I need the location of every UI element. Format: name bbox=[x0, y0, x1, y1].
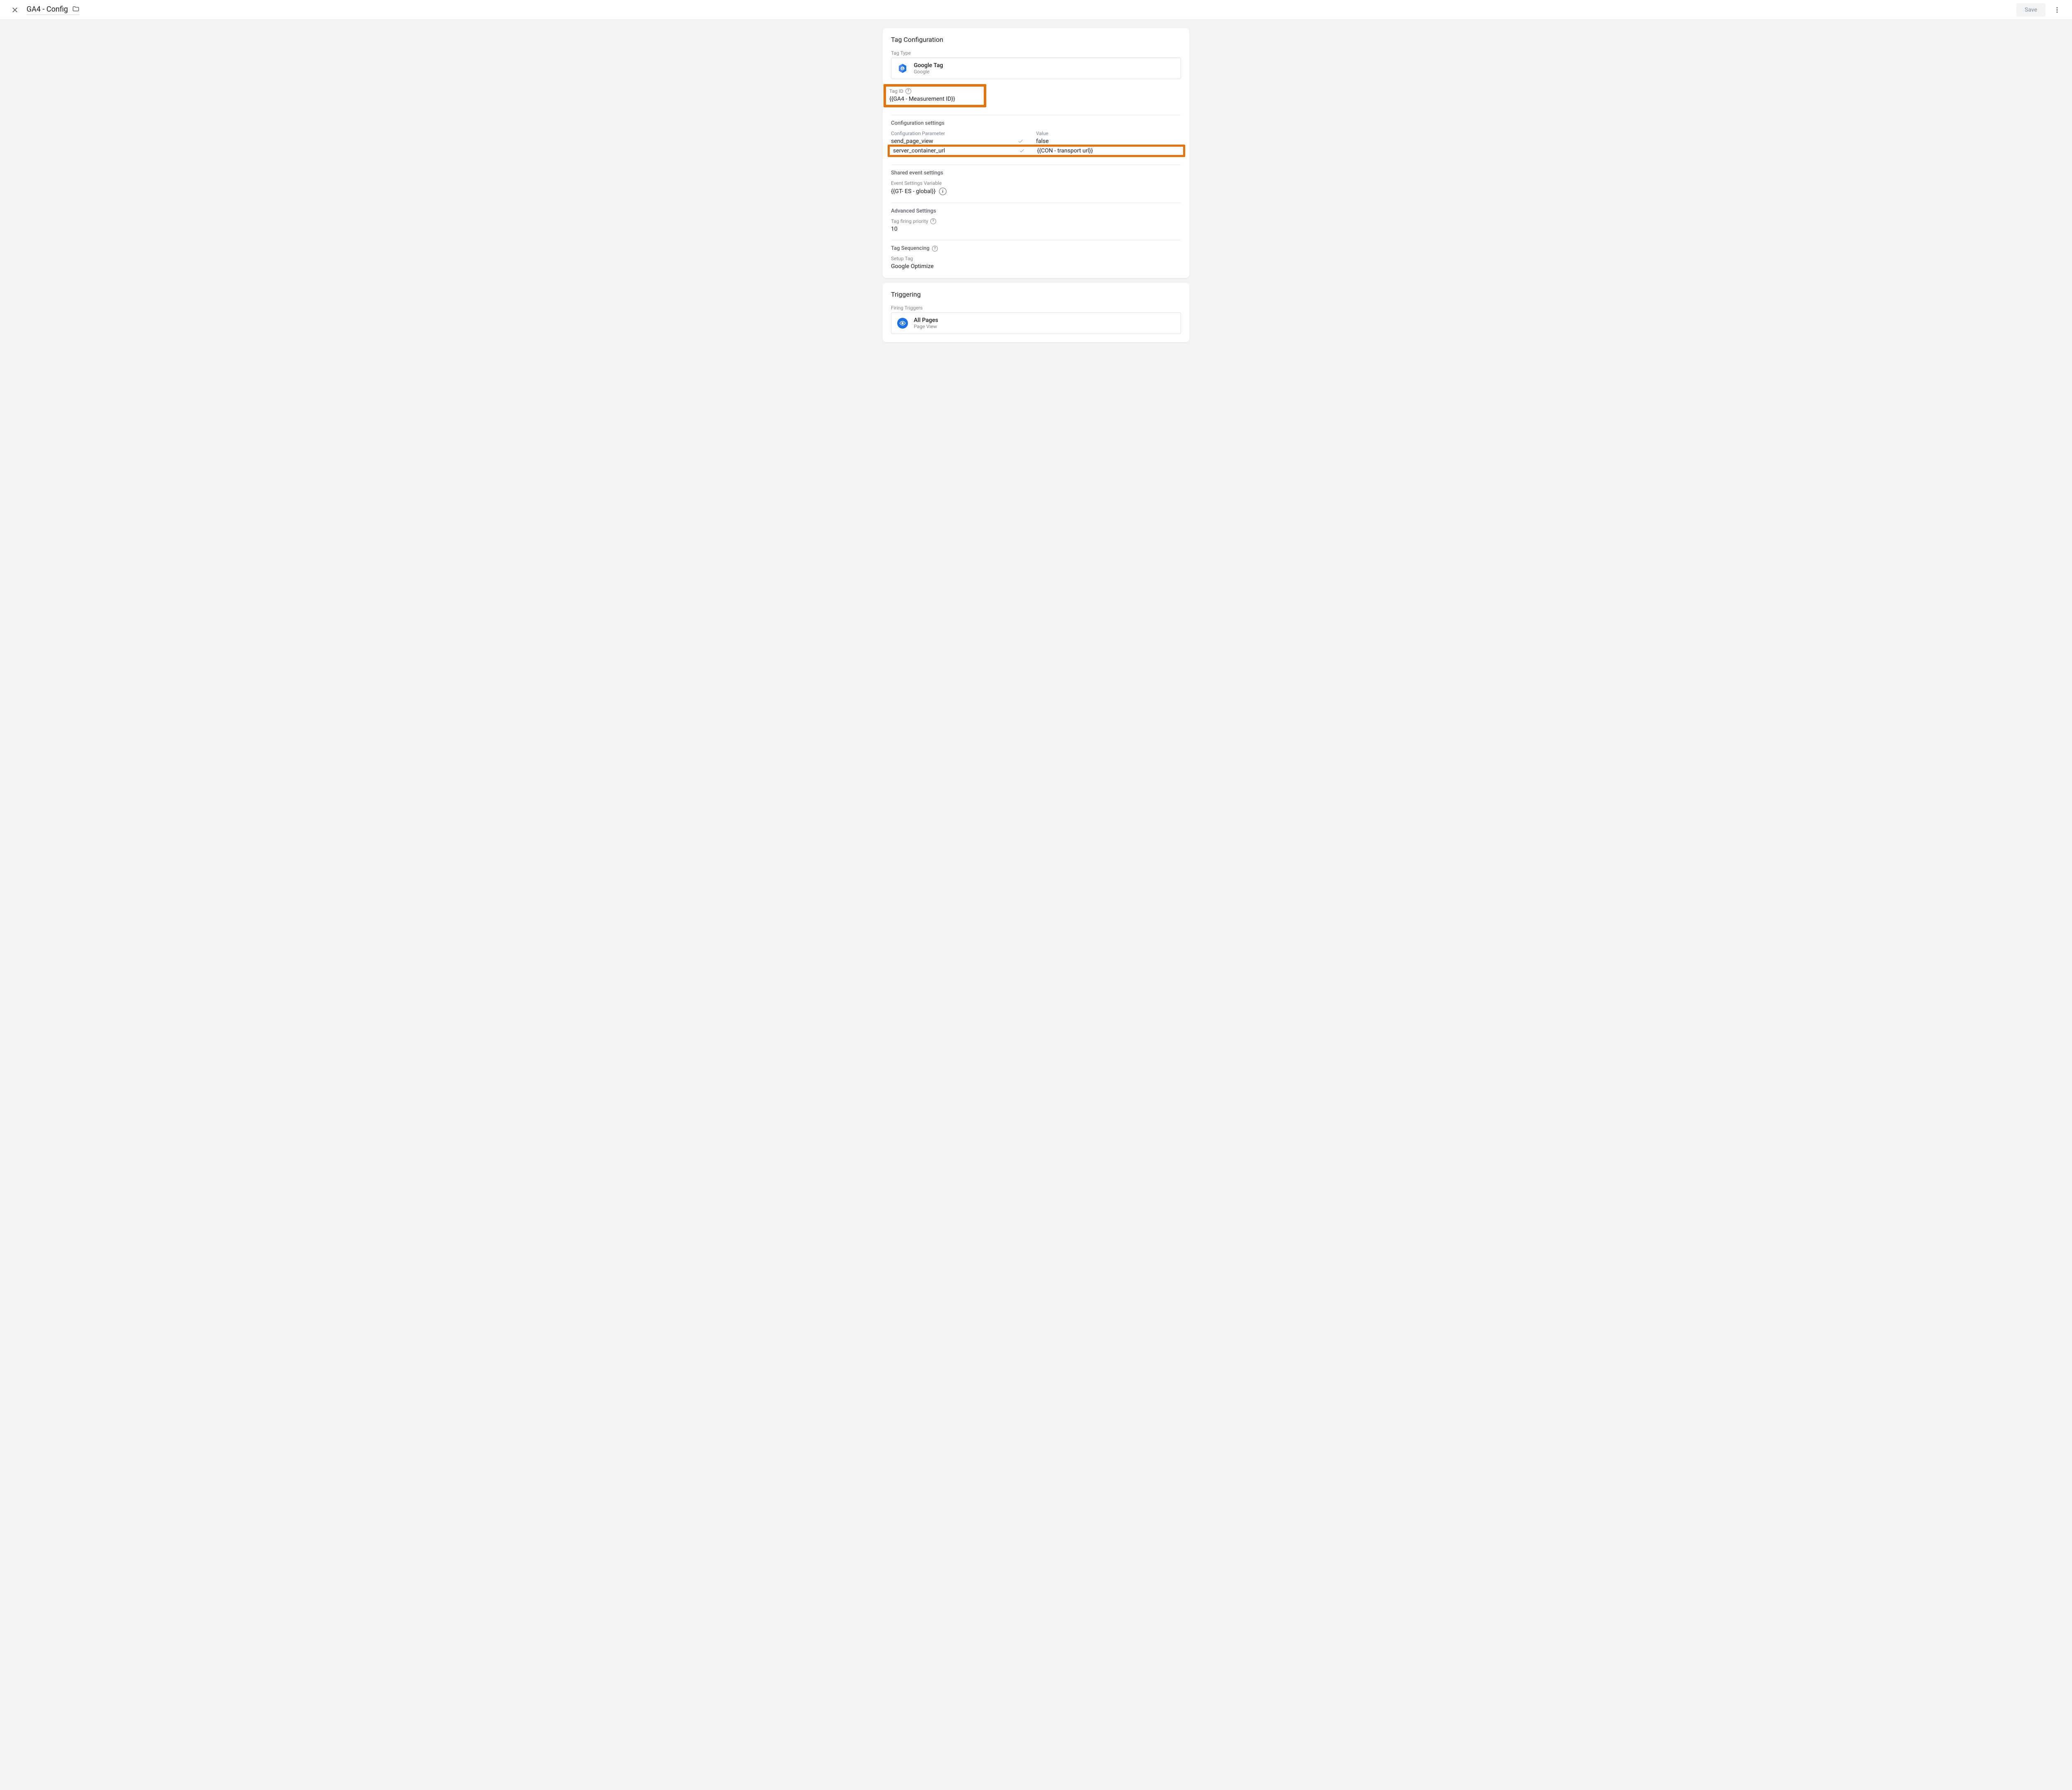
main-content: Tag Configuration Tag Type G Google Tag … bbox=[879, 28, 1193, 342]
help-icon[interactable]: ? bbox=[930, 218, 936, 224]
param-name: send_page_view bbox=[891, 138, 933, 145]
more-menu-button[interactable] bbox=[2049, 2, 2065, 18]
config-settings-title: Configuration settings bbox=[891, 120, 1181, 126]
page-view-icon bbox=[897, 318, 908, 329]
config-row-highlight: server_container_url {{CON - transport u… bbox=[888, 145, 1185, 157]
close-icon bbox=[11, 6, 19, 14]
triggering-card[interactable]: Triggering Firing Triggers All Pages Pag… bbox=[883, 283, 1189, 342]
header-actions: Save bbox=[2016, 2, 2065, 18]
shared-event-title: Shared event settings bbox=[891, 170, 1181, 176]
check-icon bbox=[1018, 138, 1024, 144]
trigger-row[interactable]: All Pages Page View bbox=[891, 312, 1181, 334]
close-button[interactable] bbox=[7, 2, 23, 18]
config-table-header: Configuration Parameter Value bbox=[891, 131, 1181, 136]
svg-text:G: G bbox=[902, 67, 904, 70]
event-settings-value-row: {{GT- ES - global}} i bbox=[891, 188, 1181, 195]
google-tag-icon: G bbox=[897, 63, 908, 74]
tag-type-label: Tag Type bbox=[891, 50, 1181, 56]
folder-icon[interactable] bbox=[72, 5, 80, 13]
advanced-settings-title: Advanced Settings bbox=[891, 208, 1181, 214]
param-value: false bbox=[1036, 138, 1181, 145]
tag-id-label: Tag ID ? bbox=[889, 88, 980, 94]
title-input-area[interactable]: GA4 - Config bbox=[27, 5, 80, 15]
tag-type-vendor: Google bbox=[914, 69, 943, 75]
app-header: GA4 - Config Save bbox=[0, 0, 2072, 20]
save-button[interactable]: Save bbox=[2016, 3, 2045, 17]
col-param-header: Configuration Parameter bbox=[891, 131, 1036, 136]
more-vertical-icon bbox=[2053, 6, 2061, 14]
event-settings-label: Event Settings Variable bbox=[891, 180, 1181, 186]
tag-type-name: Google Tag bbox=[914, 62, 943, 69]
tag-firing-priority-label: Tag firing priority ? bbox=[891, 218, 1181, 224]
tag-config-title: Tag Configuration bbox=[891, 36, 1181, 44]
info-icon[interactable]: i bbox=[939, 188, 946, 195]
param-value: {{CON - transport url}} bbox=[1037, 148, 1181, 154]
trigger-type: Page View bbox=[914, 324, 938, 329]
config-row: send_page_view false bbox=[891, 136, 1181, 145]
tag-id-value: {{GA4 - Measurement ID}} bbox=[889, 96, 980, 102]
tag-id-highlight: Tag ID ? {{GA4 - Measurement ID}} bbox=[884, 84, 986, 107]
page-title: GA4 - Config bbox=[27, 5, 68, 14]
firing-triggers-label: Firing Triggers bbox=[891, 305, 1181, 311]
tag-configuration-card[interactable]: Tag Configuration Tag Type G Google Tag … bbox=[883, 28, 1189, 278]
tag-sequencing-title: Tag Sequencing bbox=[891, 245, 929, 252]
config-table: Configuration Parameter Value send_page_… bbox=[891, 131, 1181, 157]
tag-type-selector[interactable]: G Google Tag Google bbox=[891, 58, 1181, 79]
divider bbox=[891, 164, 1181, 165]
tag-firing-priority-value: 10 bbox=[891, 226, 1181, 232]
setup-tag-label: Setup Tag bbox=[891, 256, 1181, 261]
event-settings-value: {{GT- ES - global}} bbox=[891, 188, 936, 195]
col-value-header: Value bbox=[1036, 131, 1181, 136]
triggering-title: Triggering bbox=[891, 290, 1181, 298]
param-name: server_container_url bbox=[893, 148, 945, 154]
trigger-name: All Pages bbox=[914, 317, 938, 324]
help-icon[interactable]: ? bbox=[932, 246, 938, 252]
help-icon[interactable]: ? bbox=[905, 88, 911, 94]
tag-sequencing-title-row: Tag Sequencing ? bbox=[891, 245, 1181, 252]
check-icon bbox=[1019, 148, 1025, 154]
setup-tag-value: Google Optimize bbox=[891, 263, 1181, 270]
